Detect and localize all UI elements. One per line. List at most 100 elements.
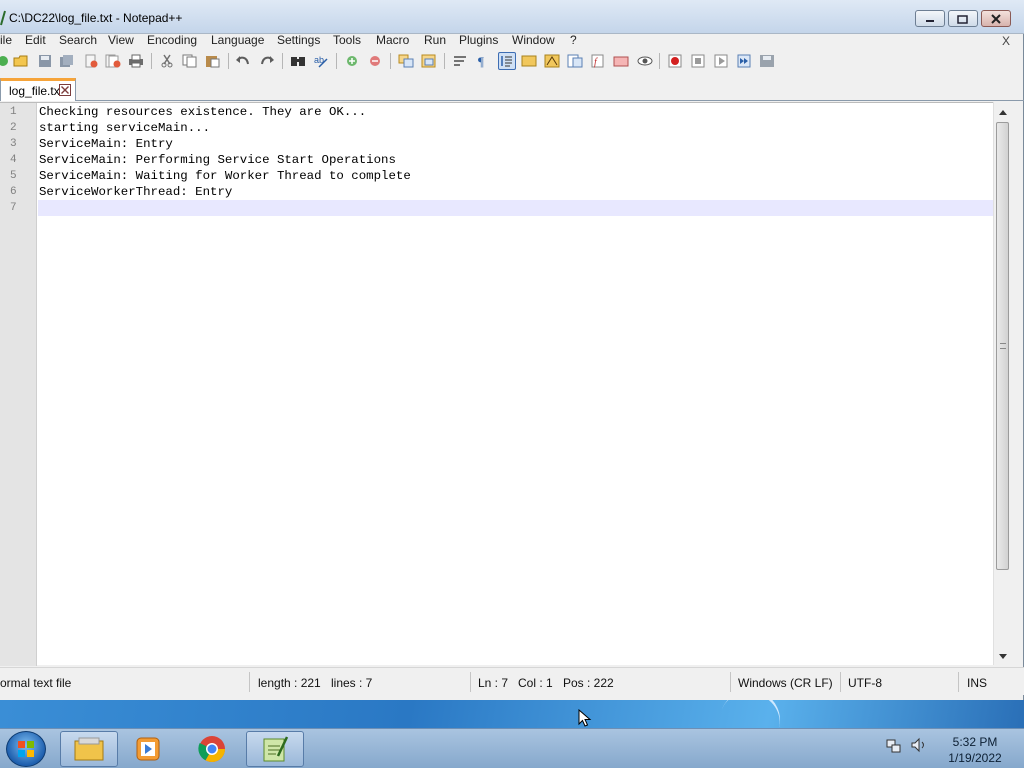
menu-view[interactable]: View <box>108 34 134 47</box>
scroll-up-button[interactable] <box>994 103 1011 120</box>
windows-logo-icon <box>18 741 34 757</box>
run-macro-multiple-icon[interactable] <box>735 52 753 70</box>
status-pos: Pos : 222 <box>563 676 614 690</box>
line-number: 4 <box>10 154 17 166</box>
close-document-x[interactable]: X <box>1002 34 1010 48</box>
volume-icon[interactable] <box>910 737 928 753</box>
code-line[interactable]: Checking resources existence. They are O… <box>39 105 366 119</box>
status-file-type: ormal text file <box>0 676 72 690</box>
user-language-icon[interactable] <box>520 52 538 70</box>
line-number: 5 <box>10 170 17 182</box>
menu-encoding[interactable]: Encoding <box>147 34 197 47</box>
file-explorer-icon <box>74 737 104 761</box>
menu-search[interactable]: Search <box>59 34 97 47</box>
status-col: Col : 1 <box>518 676 553 690</box>
clock-time: 5:32 PM <box>952 735 998 749</box>
menu-plugins[interactable]: Plugins <box>459 34 498 47</box>
taskbar-notepadpp[interactable] <box>246 731 304 767</box>
function-list-icon[interactable] <box>566 52 584 70</box>
start-button[interactable] <box>6 731 46 767</box>
menu-help[interactable]: ? <box>570 34 577 47</box>
chrome-icon <box>198 736 226 763</box>
document-map-icon[interactable] <box>543 52 561 70</box>
stop-macro-icon[interactable] <box>689 52 707 70</box>
toolbar-separator <box>228 53 229 69</box>
play-macro-icon[interactable] <box>712 52 730 70</box>
menu-edit[interactable]: Edit <box>25 34 46 47</box>
network-icon[interactable] <box>886 737 902 753</box>
notepadpp-icon <box>263 736 289 762</box>
taskbar-chrome[interactable] <box>183 731 241 767</box>
taskbar-media-player[interactable] <box>120 731 178 767</box>
redo-icon[interactable] <box>258 52 276 70</box>
status-separator <box>730 672 731 692</box>
menu-file[interactable]: ile <box>0 34 12 47</box>
word-wrap-icon[interactable] <box>451 52 469 70</box>
code-line[interactable]: ServiceMain: Performing Service Start Op… <box>39 153 396 167</box>
status-encoding[interactable]: UTF-8 <box>848 676 882 690</box>
indent-guide-icon[interactable] <box>498 52 516 70</box>
folder-workspace-icon[interactable]: f <box>589 52 607 70</box>
desktop-background[interactable] <box>0 700 1024 728</box>
menu-window[interactable]: Window <box>512 34 555 47</box>
menu-bar: ile Edit Search View Encoding Language S… <box>0 34 1024 49</box>
tab-label: log_file.txt <box>9 84 64 98</box>
wallpaper-streak <box>711 700 789 728</box>
find-icon[interactable] <box>289 52 307 70</box>
taskbar-file-explorer[interactable] <box>60 731 118 767</box>
undo-icon[interactable] <box>234 52 252 70</box>
close-all-icon[interactable] <box>104 52 122 70</box>
status-separator <box>249 672 250 692</box>
code-line[interactable]: ServiceMain: Entry <box>39 137 173 151</box>
status-lines: lines : 7 <box>331 676 373 690</box>
paste-icon[interactable] <box>204 52 222 70</box>
status-insert-mode[interactable]: INS <box>967 676 987 690</box>
toolbar-separator <box>444 53 445 69</box>
sync-horizontal-icon[interactable] <box>420 52 438 70</box>
code-line[interactable]: starting serviceMain... <box>39 121 210 135</box>
menu-tools[interactable]: Tools <box>333 34 361 47</box>
line-number: 6 <box>10 186 17 198</box>
save-icon[interactable] <box>36 52 54 70</box>
clear-icon[interactable] <box>612 52 630 70</box>
zoom-in-icon[interactable] <box>343 52 361 70</box>
minimize-button[interactable] <box>915 10 945 27</box>
cut-icon[interactable] <box>158 52 176 70</box>
tab-close-button[interactable] <box>59 84 71 96</box>
show-all-characters-icon[interactable]: ¶ <box>474 52 492 70</box>
open-file-icon[interactable] <box>12 52 30 70</box>
title-bar[interactable]: C:\DC22\log_file.txt - Notepad++ <box>0 0 1024 34</box>
menu-macro[interactable]: Macro <box>376 34 409 47</box>
tab-log-file[interactable]: log_file.txt <box>0 78 76 101</box>
notepadpp-app-icon[interactable] <box>0 10 6 26</box>
replace-icon[interactable]: ab <box>312 52 330 70</box>
menu-language[interactable]: Language <box>211 34 264 47</box>
record-macro-icon[interactable] <box>666 52 684 70</box>
close-icon[interactable] <box>82 52 100 70</box>
text-editor[interactable]: 1 2 3 4 5 6 7 Checking resources existen… <box>0 102 1010 666</box>
close-window-button[interactable] <box>981 10 1011 27</box>
scroll-down-button[interactable] <box>994 648 1011 665</box>
save-macro-icon[interactable] <box>758 52 776 70</box>
monitoring-icon[interactable] <box>636 52 654 70</box>
save-all-icon[interactable] <box>58 52 76 70</box>
maximize-button[interactable] <box>948 10 978 27</box>
vertical-scrollbar[interactable] <box>993 102 1010 665</box>
taskbar: 5:32 PM 1/19/2022 <box>0 728 1024 768</box>
copy-icon[interactable] <box>181 52 199 70</box>
mouse-cursor-icon <box>578 709 592 727</box>
menu-run[interactable]: Run <box>424 34 446 47</box>
line-number-gutter: 1 2 3 4 5 6 7 <box>0 103 37 666</box>
new-file-icon[interactable] <box>0 52 12 70</box>
system-clock[interactable]: 5:32 PM 1/19/2022 <box>940 734 1010 766</box>
sync-vertical-icon[interactable] <box>397 52 415 70</box>
status-eol[interactable]: Windows (CR LF) <box>738 676 833 690</box>
status-ln: Ln : 7 <box>478 676 509 690</box>
code-line[interactable]: ServiceWorkerThread: Entry <box>39 185 232 199</box>
scroll-thumb[interactable] <box>996 122 1009 570</box>
restore-icon <box>957 14 968 24</box>
menu-settings[interactable]: Settings <box>277 34 320 47</box>
code-line[interactable]: ServiceMain: Waiting for Worker Thread t… <box>39 169 411 183</box>
print-icon[interactable] <box>127 52 145 70</box>
zoom-out-icon[interactable] <box>366 52 384 70</box>
